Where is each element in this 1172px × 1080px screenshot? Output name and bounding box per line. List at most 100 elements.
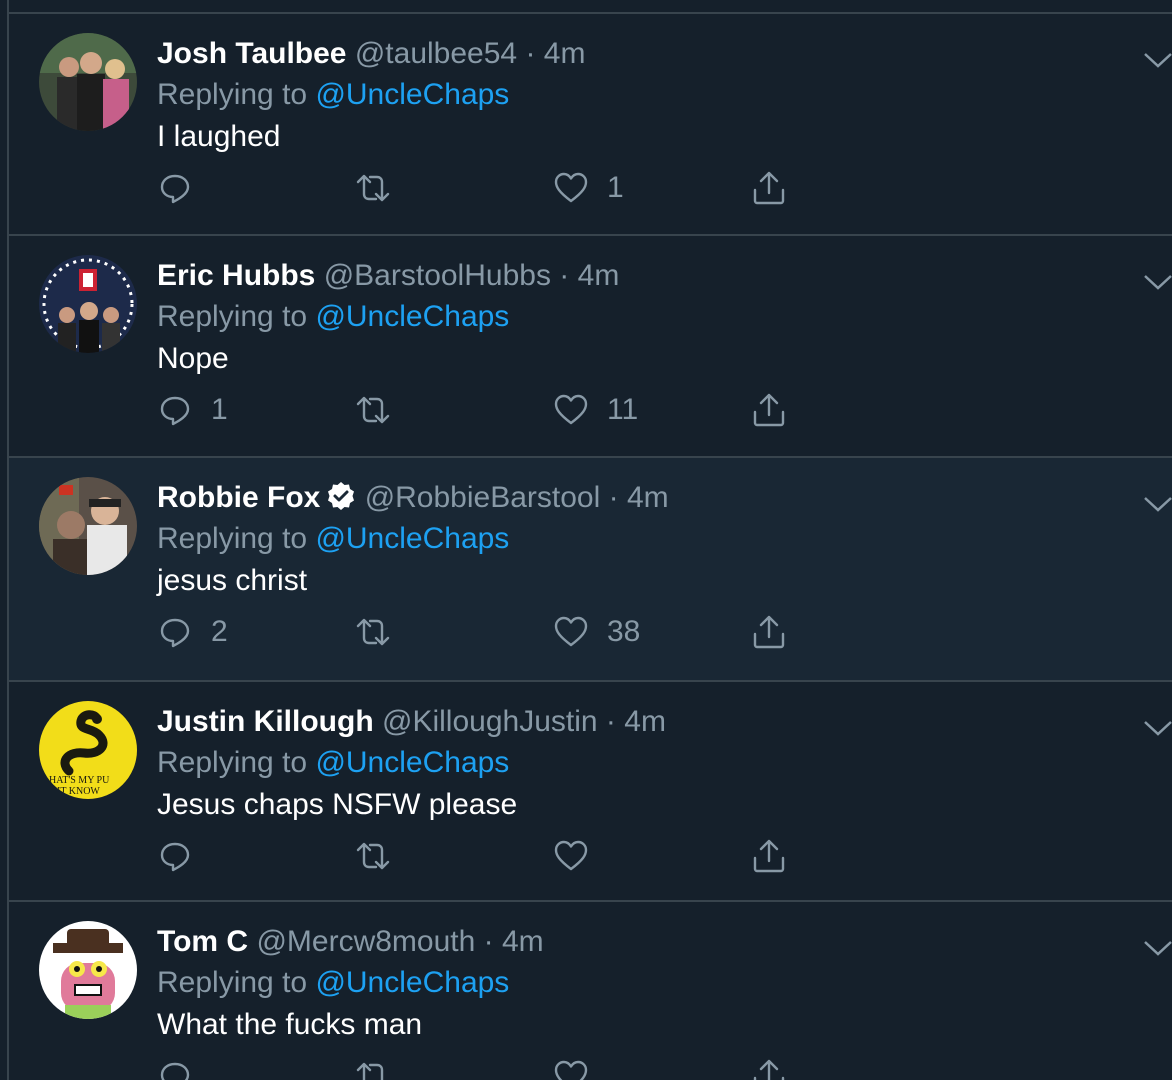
replying-to-label: Replying to <box>157 746 316 779</box>
reply-button[interactable]: 2 <box>157 610 228 654</box>
tweet-actions <box>157 834 857 878</box>
separator-dot: · <box>605 705 616 738</box>
tweet-item[interactable]: Eric Hubbs @BarstoolHubbs · 4m Replying … <box>9 236 1172 458</box>
reply-button[interactable]: 1 <box>157 388 228 432</box>
heart-icon <box>554 840 588 871</box>
reply-button[interactable] <box>157 834 211 878</box>
tweet-content: Eric Hubbs @BarstoolHubbs · 4m Replying … <box>157 256 1114 380</box>
retweet-icon <box>356 1062 384 1080</box>
separator-dot: · <box>608 481 619 514</box>
tweet-item[interactable]: Josh Taulbee @taulbee54 · 4m Replying to… <box>9 12 1172 236</box>
tweet-item[interactable]: HAT'S MY PU IT KNOW Justin Killough @Kil… <box>9 682 1172 902</box>
tweet-actions: 2 38 <box>157 610 857 654</box>
share-button[interactable] <box>751 834 787 878</box>
retweet-button[interactable] <box>355 388 409 432</box>
tweet-header: Eric Hubbs @BarstoolHubbs · 4m <box>157 256 1114 296</box>
reply-icon <box>160 174 190 204</box>
tweet-header: Robbie Fox @RobbieBarstool · 4m <box>157 478 1114 518</box>
user-handle[interactable]: @RobbieBarstool <box>365 481 601 514</box>
timestamp[interactable]: 4m <box>544 37 586 70</box>
tweet-header: Justin Killough @KilloughJustin · 4m <box>157 702 1114 742</box>
tweet-item[interactable]: Robbie Fox @RobbieBarstool · 4m Replying… <box>9 458 1172 682</box>
avatar[interactable] <box>39 477 137 575</box>
like-button[interactable] <box>553 1054 607 1080</box>
mention-link[interactable]: @UncleChaps <box>315 300 509 333</box>
verified-badge-icon <box>328 482 355 510</box>
like-button[interactable]: 38 <box>553 610 640 654</box>
retweet-button[interactable] <box>355 166 409 210</box>
tweet-content: Justin Killough @KilloughJustin · 4m Rep… <box>157 702 1114 826</box>
timestamp[interactable]: 4m <box>578 259 620 292</box>
display-name[interactable]: Justin Killough <box>157 705 374 738</box>
reply-icon <box>160 842 190 872</box>
like-count: 11 <box>607 393 639 426</box>
chevron-down-icon[interactable] <box>1142 938 1172 958</box>
heart-icon <box>554 172 588 203</box>
chevron-down-icon[interactable] <box>1142 50 1172 70</box>
tweet-content: Tom C @Mercw8mouth · 4m Replying to @Unc… <box>157 922 1114 1046</box>
avatar[interactable] <box>39 921 137 1019</box>
mention-link[interactable]: @UncleChaps <box>315 966 509 999</box>
tweet-item[interactable]: Tom C @Mercw8mouth · 4m Replying to @Unc… <box>9 902 1172 1080</box>
heart-icon <box>554 1060 588 1080</box>
retweet-button[interactable] <box>355 834 409 878</box>
like-button[interactable] <box>553 834 607 878</box>
mention-link[interactable]: @UncleChaps <box>315 746 509 779</box>
reply-button[interactable] <box>157 166 211 210</box>
separator-dot: · <box>483 925 494 958</box>
tweet-text: jesus christ <box>157 564 308 597</box>
share-icon <box>753 393 785 427</box>
chevron-down-icon[interactable] <box>1142 494 1172 514</box>
reply-icon <box>160 618 190 648</box>
tweet-text: I laughed <box>157 120 281 153</box>
display-name[interactable]: Eric Hubbs <box>157 259 315 292</box>
avatar[interactable] <box>39 255 137 353</box>
mention-link[interactable]: @UncleChaps <box>315 78 509 111</box>
share-button[interactable] <box>751 1054 787 1080</box>
display-name[interactable]: Tom C <box>157 925 248 958</box>
share-button[interactable] <box>751 166 787 210</box>
retweet-icon <box>356 174 390 202</box>
share-icon <box>753 171 785 205</box>
avatar[interactable] <box>39 33 137 131</box>
display-name[interactable]: Josh Taulbee <box>157 37 347 70</box>
tweet-header: Tom C @Mercw8mouth · 4m <box>157 922 1114 962</box>
share-button[interactable] <box>751 388 787 432</box>
replying-to: Replying to @UncleChaps <box>157 962 1114 1004</box>
display-name[interactable]: Robbie Fox <box>157 481 320 514</box>
user-handle[interactable]: @BarstoolHubbs <box>324 259 551 292</box>
replying-to-label: Replying to <box>157 522 316 555</box>
tweet-content: Josh Taulbee @taulbee54 · 4m Replying to… <box>157 34 1114 158</box>
replying-to-label: Replying to <box>157 300 316 333</box>
separator-dot: · <box>559 259 570 292</box>
chevron-down-icon[interactable] <box>1142 718 1172 738</box>
like-count: 1 <box>607 171 624 204</box>
timestamp[interactable]: 4m <box>624 705 666 738</box>
reply-count: 1 <box>211 393 228 426</box>
separator-dot: · <box>525 37 536 70</box>
replying-to: Replying to @UncleChaps <box>157 74 1114 116</box>
user-handle[interactable]: @Mercw8mouth <box>256 925 475 958</box>
retweet-button[interactable] <box>355 1054 409 1080</box>
timestamp[interactable]: 4m <box>502 925 544 958</box>
like-button[interactable]: 11 <box>553 388 638 432</box>
timestamp[interactable]: 4m <box>627 481 669 514</box>
reply-count: 2 <box>211 615 228 648</box>
reply-button[interactable] <box>157 1054 211 1080</box>
tweet-actions <box>157 1054 857 1080</box>
reply-icon <box>160 1062 190 1080</box>
share-button[interactable] <box>751 610 787 654</box>
tweet-header: Josh Taulbee @taulbee54 · 4m <box>157 34 1114 74</box>
user-handle[interactable]: @taulbee54 <box>355 37 517 70</box>
mention-link[interactable]: @UncleChaps <box>315 522 509 555</box>
avatar[interactable]: HAT'S MY PU IT KNOW <box>39 701 137 799</box>
user-handle[interactable]: @KilloughJustin <box>382 705 598 738</box>
retweet-button[interactable] <box>355 610 409 654</box>
like-button[interactable]: 1 <box>553 166 624 210</box>
share-icon <box>753 839 785 873</box>
tweet-text: What the fucks man <box>157 1008 423 1041</box>
tweet-actions: 1 11 <box>157 388 857 432</box>
retweet-icon <box>356 396 390 424</box>
chevron-down-icon[interactable] <box>1142 272 1172 292</box>
replying-to: Replying to @UncleChaps <box>157 296 1114 338</box>
